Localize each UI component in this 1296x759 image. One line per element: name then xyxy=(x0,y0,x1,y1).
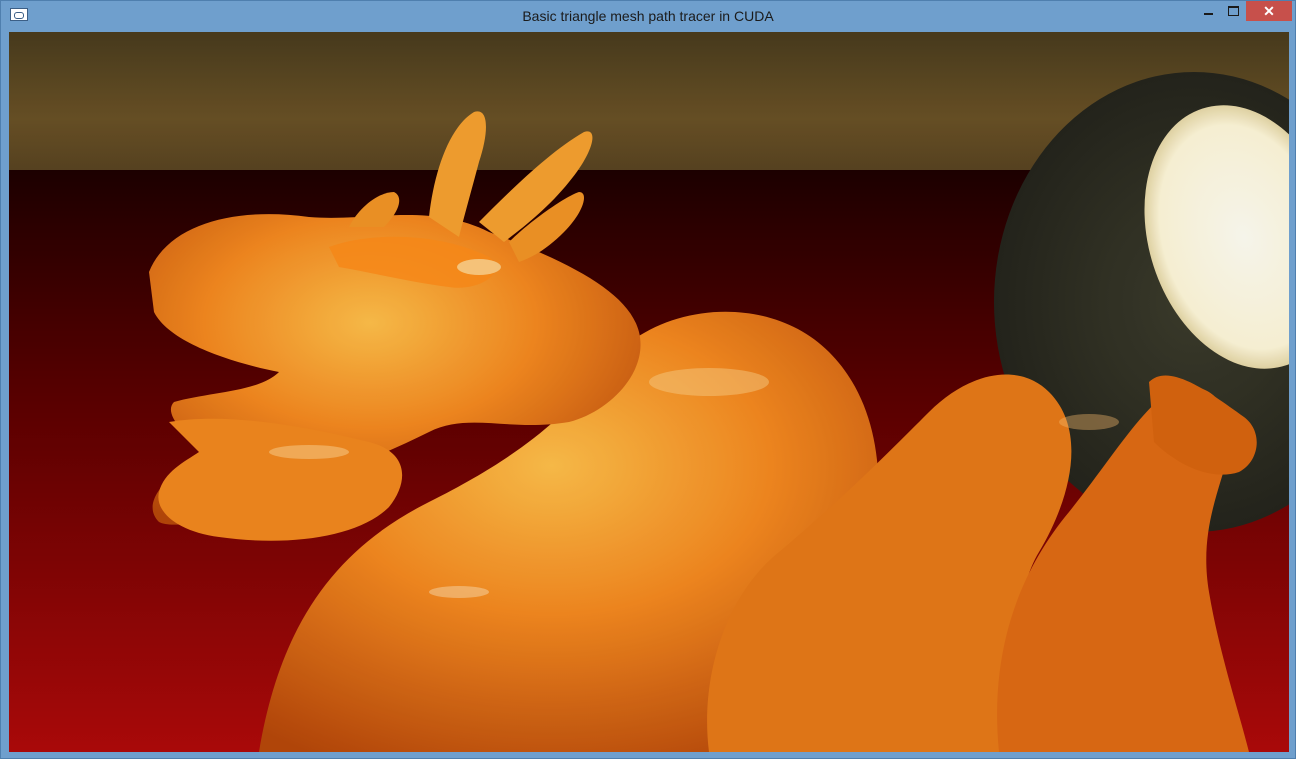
app-window: Basic triangle mesh path tracer in CUDA … xyxy=(0,0,1296,759)
minimize-button[interactable] xyxy=(1196,1,1221,21)
close-button[interactable]: ✕ xyxy=(1246,1,1292,21)
minimize-icon xyxy=(1204,13,1213,15)
title-bar[interactable]: Basic triangle mesh path tracer in CUDA … xyxy=(1,1,1295,31)
rendered-scene xyxy=(9,32,1289,752)
maximize-icon xyxy=(1228,6,1239,16)
depth-haze xyxy=(9,32,1289,752)
window-title: Basic triangle mesh path tracer in CUDA xyxy=(522,8,774,24)
close-icon: ✕ xyxy=(1263,2,1275,19)
render-viewport[interactable] xyxy=(9,32,1289,752)
maximize-button[interactable] xyxy=(1221,1,1246,21)
